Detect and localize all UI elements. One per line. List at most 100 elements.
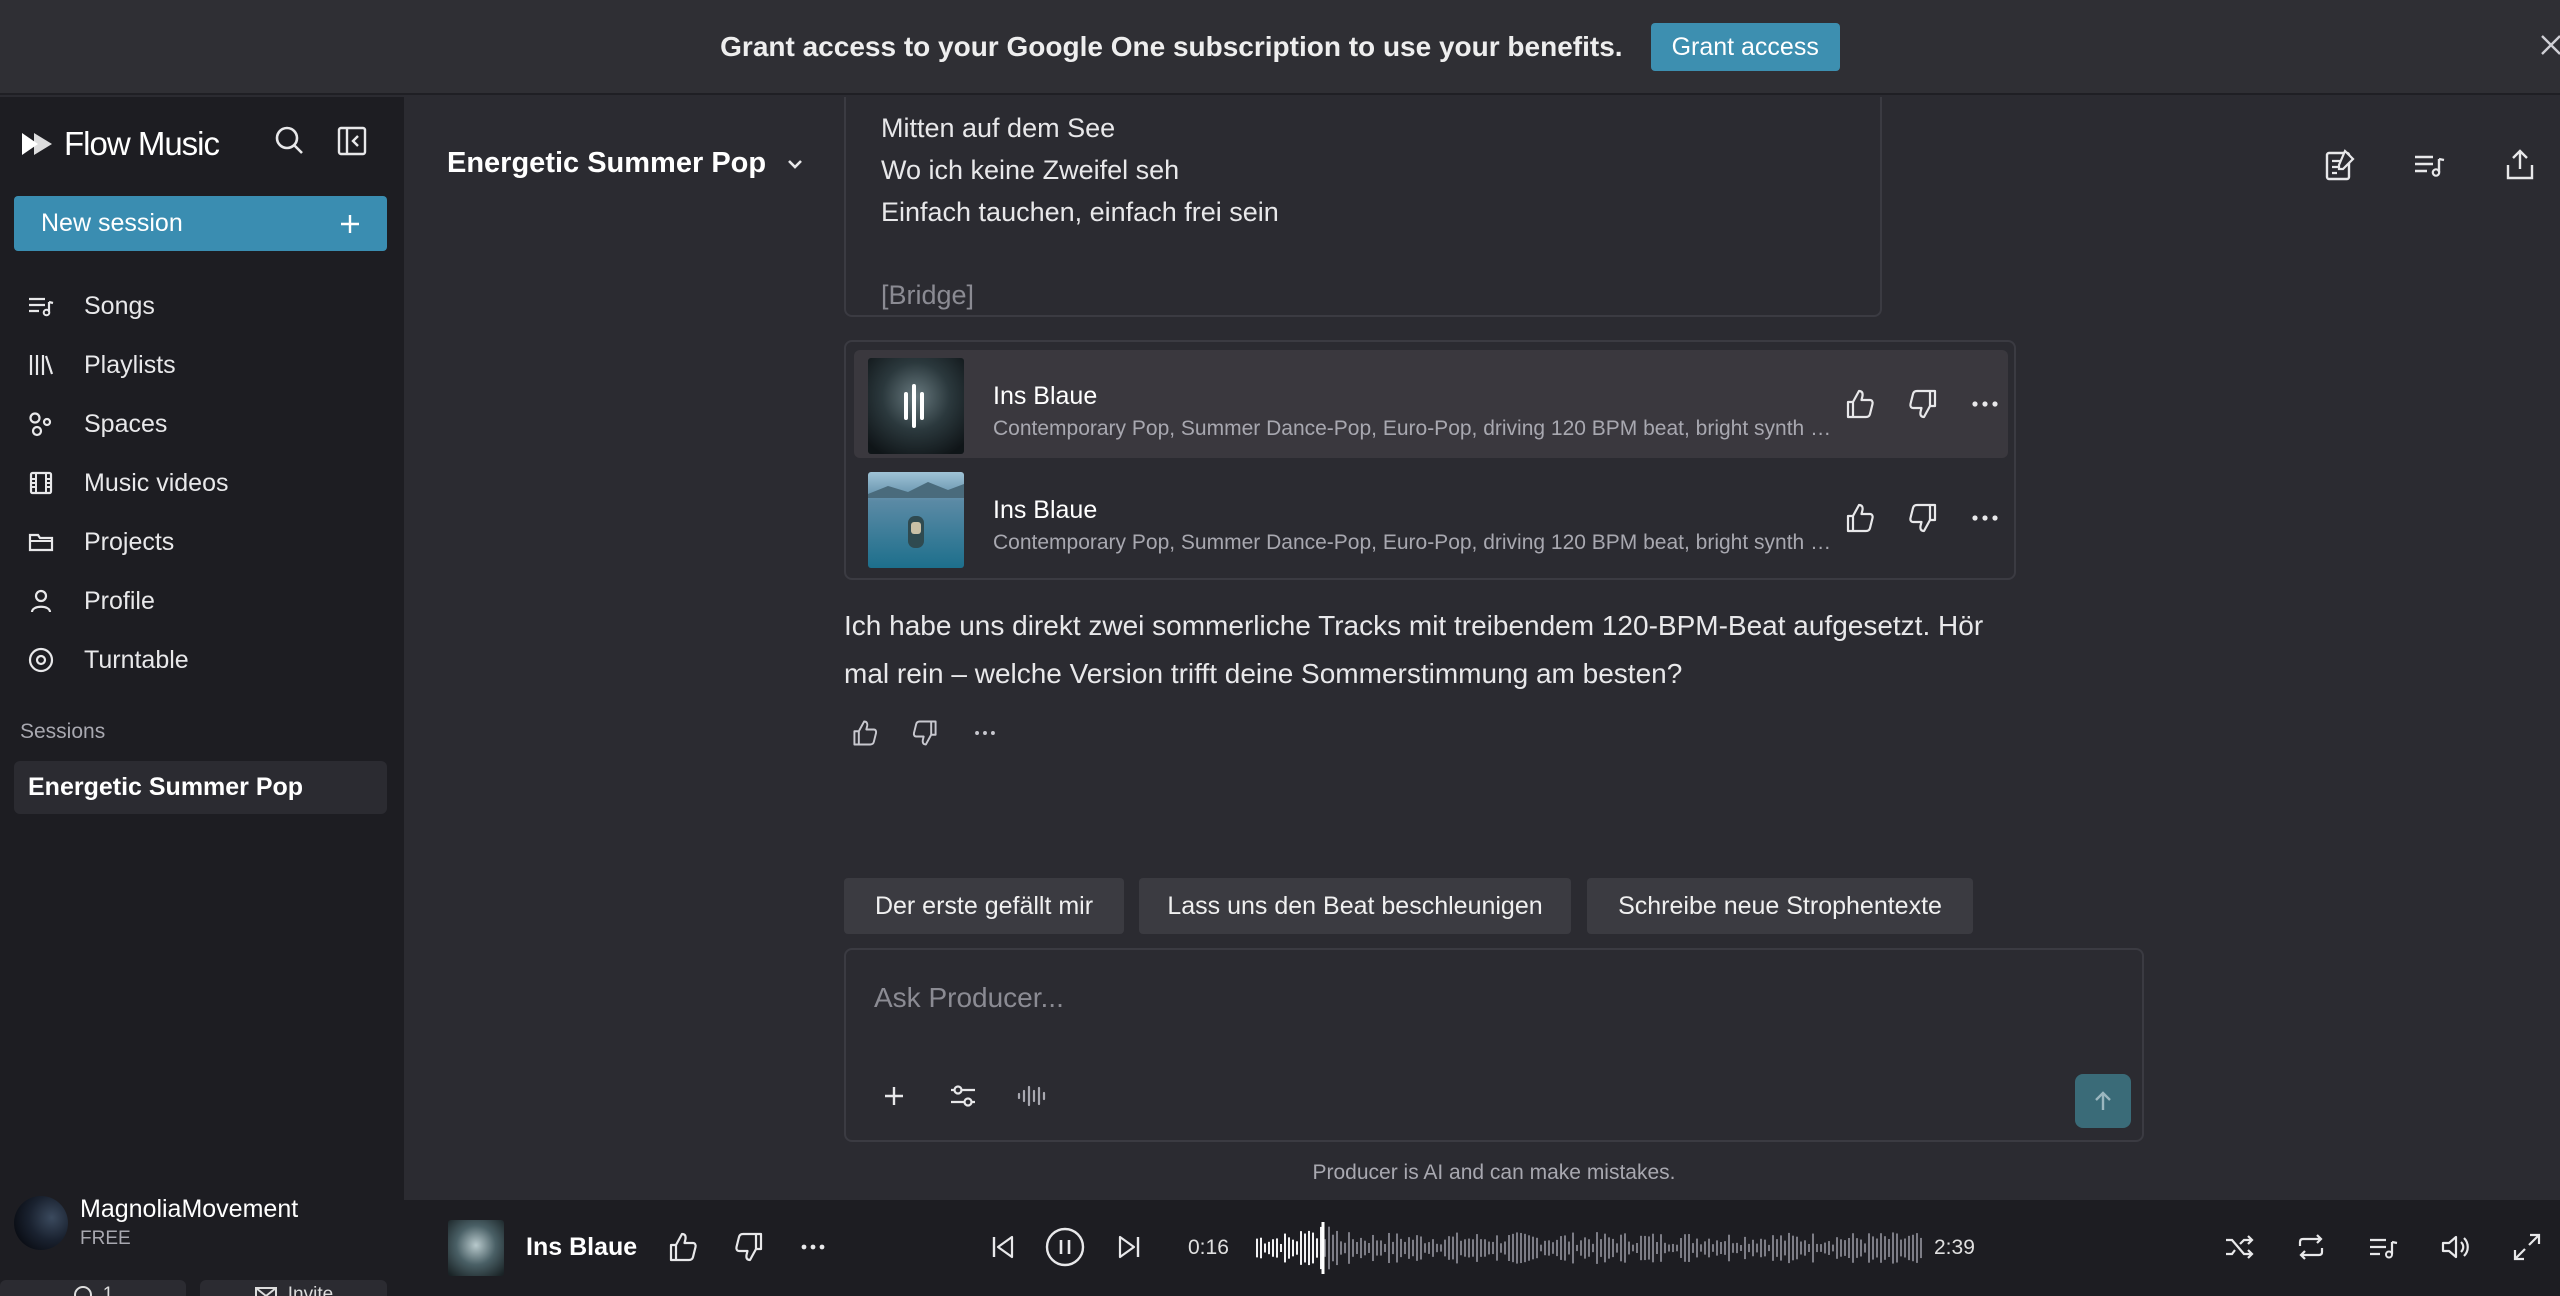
sidebar-item-turntable[interactable]: Turntable [26,638,189,682]
sidebar: Flow Music New session Songs Playlists S… [0,97,404,1296]
sidebar-item-projects[interactable]: Projects [26,520,174,564]
track-row[interactable]: Ins Blaue Contemporary Pop, Summer Dance… [854,464,2008,572]
user-profile[interactable]: MagnoliaMovement FREE [14,1195,298,1250]
app-logo[interactable]: Flow Music [20,125,220,163]
close-banner-icon[interactable] [2534,24,2560,64]
sidebar-item-profile[interactable]: Profile [26,579,155,623]
session-title-dropdown[interactable]: Energetic Summer Pop [447,147,806,180]
thumbs-up-icon[interactable] [1843,387,1877,421]
volume-icon[interactable] [2438,1230,2472,1264]
track-title: Ins Blaue [993,496,1098,524]
more-options-icon[interactable] [796,1230,830,1264]
new-session-label: New session [41,209,183,237]
session-item-label: Energetic Summer Pop [28,773,304,801]
flow-logo-icon [22,133,52,155]
search-icon[interactable] [272,123,308,159]
lyrics-line: Mitten auf dem See [881,113,1116,143]
film-icon [26,468,56,498]
sidebar-item-playlists[interactable]: Playlists [26,343,176,387]
more-options-icon[interactable] [1968,387,2002,421]
sidebar-item-label: Music videos [84,468,229,497]
track-description: Contemporary Pop, Summer Dance-Pop, Euro… [993,531,1835,554]
collapse-sidebar-icon[interactable] [334,123,370,159]
thumbs-up-icon[interactable] [1843,501,1877,535]
credits-count: 1 [102,1284,114,1296]
add-attachment-icon[interactable] [880,1082,908,1110]
suggestion-chip[interactable]: Schreibe neue Strophentexte [1587,878,1973,934]
waveform-scrubber[interactable] [1256,1222,1926,1274]
chevron-down-icon [788,159,803,169]
sidebar-item-songs[interactable]: Songs [26,284,155,328]
producer-response: Ich habe uns direkt zwei sommerliche Tra… [844,610,1984,689]
track-row[interactable]: Ins Blaue Contemporary Pop, Summer Dance… [854,350,2008,458]
duration: 2:39 [1934,1236,1975,1259]
arrow-up-icon [2095,1091,2111,1110]
lyrics-card: Mitten auf dem See Wo ich keine Zweifel … [844,97,1882,317]
thumbs-up-icon[interactable] [850,718,880,748]
disclaimer-text: Producer is AI and can make mistakes. [1312,1161,1676,1184]
fullscreen-icon[interactable] [2510,1230,2544,1264]
queue-icon[interactable] [2366,1230,2400,1264]
audio-waveform-icon[interactable] [1016,1082,1048,1110]
grant-access-button[interactable]: Grant access [1650,22,1840,71]
person-icon [26,586,56,616]
sidebar-item-label: Spaces [84,409,168,438]
more-options-icon[interactable] [970,718,1000,748]
sidebar-item-spaces[interactable]: Spaces [26,402,167,446]
banner-message: Grant access to your Google One subscrip… [720,30,1623,62]
invite-label: Invite [287,1284,334,1296]
previous-track-icon[interactable] [986,1230,1020,1264]
repeat-icon[interactable] [2294,1230,2328,1264]
settings-sliders-icon[interactable] [948,1082,978,1110]
lyrics-line: Einfach tauchen, einfach frei sein [881,197,1279,227]
sidebar-item-label: Songs [84,291,155,320]
thumbs-down-icon[interactable] [910,718,940,748]
mail-icon [254,1287,277,1296]
now-playing-artwork[interactable] [448,1220,504,1276]
globe-icon [73,1286,92,1296]
thumbs-up-icon[interactable] [666,1230,700,1264]
sessions-heading: Sessions [20,720,106,743]
track-title: Ins Blaue [993,382,1098,410]
thumbs-down-icon[interactable] [1906,501,1940,535]
share-icon[interactable] [2502,147,2538,183]
queue-icon[interactable] [2411,147,2447,183]
lyrics-line: Wo ich keine Zweifel seh [881,155,1180,185]
page-title: Energetic Summer Pop [447,147,767,179]
prompt-composer[interactable]: Ask Producer... [844,948,2144,1142]
disc-icon [26,645,56,675]
spaces-icon [26,409,56,439]
thumbs-down-icon[interactable] [732,1230,766,1264]
sidebar-item-label: Turntable [84,645,189,674]
prompt-input[interactable]: Ask Producer... [874,982,1064,1014]
shuffle-icon[interactable] [2222,1230,2256,1264]
songs-icon [26,291,56,321]
sidebar-item-music-videos[interactable]: Music videos [26,461,229,505]
pause-button[interactable] [1044,1226,1086,1268]
send-button[interactable] [2075,1074,2131,1128]
next-track-icon[interactable] [1112,1230,1146,1264]
invite-button[interactable]: Invite [200,1280,387,1296]
user-plan: FREE [80,1228,131,1249]
avatar [14,1195,68,1250]
plus-icon [341,214,359,233]
lyrics-editor-icon[interactable] [2321,147,2357,183]
now-playing-title: Ins Blaue [526,1233,638,1261]
current-time: 0:16 [1188,1236,1229,1259]
new-session-button[interactable]: New session [14,196,387,251]
sidebar-item-label: Playlists [84,350,176,379]
track-description: Contemporary Pop, Summer Dance-Pop, Euro… [993,417,1835,440]
track-artwork [868,472,964,568]
user-name: MagnoliaMovement [80,1195,299,1223]
tracks-card: Ins Blaue Contemporary Pop, Summer Dance… [844,340,2016,580]
suggestion-chip[interactable]: Der erste gefällt mir [844,878,1124,934]
credits-button[interactable]: 1 [0,1280,186,1296]
sidebar-item-label: Projects [84,527,175,556]
suggestion-chip[interactable]: Lass uns den Beat beschleunigen [1139,878,1571,934]
session-item-energetic-summer-pop[interactable]: Energetic Summer Pop [14,761,387,814]
sidebar-item-label: Profile [84,586,155,615]
track-artwork [868,358,964,454]
thumbs-down-icon[interactable] [1906,387,1940,421]
more-options-icon[interactable] [1968,501,2002,535]
subscription-banner: Grant access to your Google One subscrip… [0,0,2560,95]
